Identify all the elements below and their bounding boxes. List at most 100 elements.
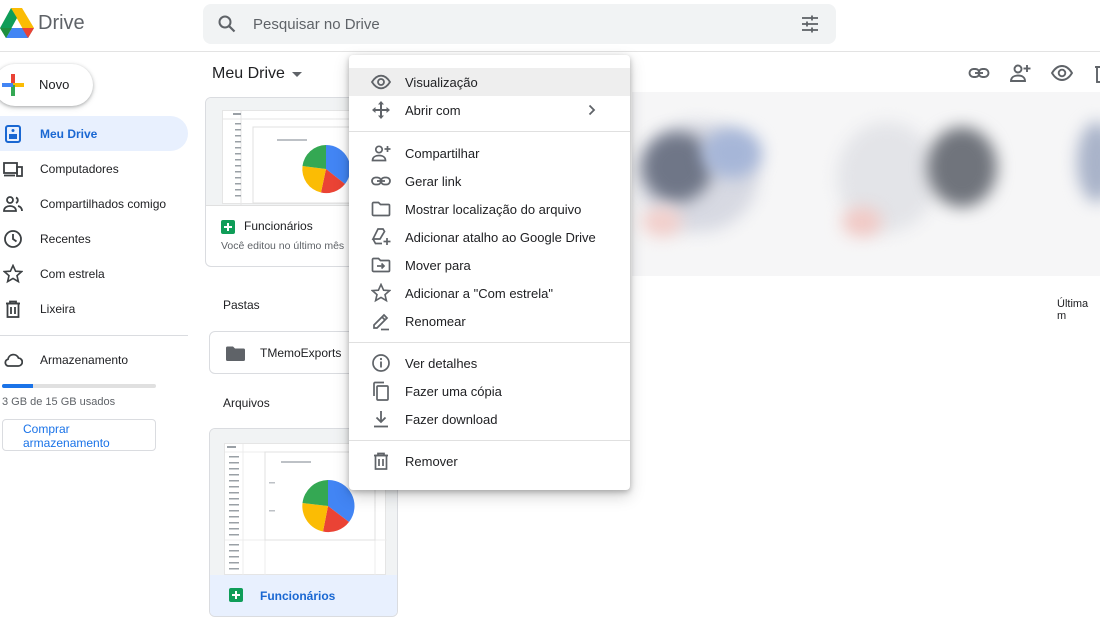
menu-item-label: Mover para xyxy=(405,258,471,273)
app-name: Drive xyxy=(38,12,85,34)
file-name: Funcionários xyxy=(260,589,336,603)
menu-item-preview[interactable]: Visualização xyxy=(349,68,630,96)
pencil-icon xyxy=(371,311,391,331)
menu-item-remove[interactable]: Remover xyxy=(349,447,630,475)
menu-item-label: Adicionar a "Com estrela" xyxy=(405,286,553,301)
sidebar-item-shared-with-me[interactable]: Compartilhados comigo xyxy=(0,186,188,221)
menu-item-download[interactable]: Fazer download xyxy=(349,405,630,433)
sidebar-item-computers[interactable]: Computadores xyxy=(0,151,188,186)
new-button-label: Novo xyxy=(39,77,70,92)
sidebar-item-storage[interactable]: Armazenamento xyxy=(0,346,190,374)
my-drive-icon xyxy=(3,124,23,144)
sidebar-item-trash[interactable]: Lixeira xyxy=(0,291,188,326)
buy-storage-button[interactable]: Comprar armazenamento xyxy=(2,419,156,451)
search-input[interactable]: Pesquisar no Drive xyxy=(253,16,380,33)
menu-item-label: Fazer uma cópia xyxy=(405,384,502,399)
copy-icon xyxy=(371,381,391,401)
new-button[interactable]: Novo xyxy=(0,64,93,106)
drive-add-icon xyxy=(371,227,391,247)
sheets-icon xyxy=(221,220,235,234)
computers-icon xyxy=(3,159,23,179)
move-arrows-icon xyxy=(371,100,391,120)
menu-item-rename[interactable]: Renomear xyxy=(349,307,630,335)
toolbar-actions xyxy=(960,62,1100,86)
menu-item-make-copy[interactable]: Fazer uma cópia xyxy=(349,377,630,405)
sidebar-item-label: Com estrela xyxy=(40,267,105,281)
google-drive-logo-icon[interactable] xyxy=(0,8,34,38)
menu-item-label: Compartilhar xyxy=(405,146,480,161)
sidebar-item-label: Lixeira xyxy=(40,302,76,316)
drive-window: Drive Pesquisar no Drive Novo Meu Drive … xyxy=(0,0,1100,620)
trash-icon xyxy=(371,451,391,471)
sidebar-divider xyxy=(0,335,188,336)
menu-divider xyxy=(349,342,630,343)
eye-icon xyxy=(371,72,391,92)
clock-icon xyxy=(3,229,23,249)
tune-icon[interactable] xyxy=(800,14,820,34)
menu-item-label: Adicionar atalho ao Google Drive xyxy=(405,230,596,245)
person-add-icon[interactable] xyxy=(1009,62,1031,84)
sheets-icon xyxy=(229,588,243,602)
caret-down-icon[interactable] xyxy=(292,72,302,78)
sidebar-item-label: Meu Drive xyxy=(40,127,98,141)
menu-item-label: Mostrar localização do arquivo xyxy=(405,202,582,217)
info-icon xyxy=(371,353,391,373)
menu-item-label: Renomear xyxy=(405,314,466,329)
sort-by-label[interactable]: Última m xyxy=(1057,298,1100,322)
people-icon xyxy=(3,194,23,214)
menu-item-label: Abrir com xyxy=(405,103,461,118)
context-menu: Visualização Abrir com Compartilhar Gera… xyxy=(349,55,630,490)
sidebar-item-starred[interactable]: Com estrela xyxy=(0,256,188,291)
star-icon xyxy=(3,264,23,284)
suggested-file-subtitle: Você editou no último mês xyxy=(221,240,345,252)
menu-item-label: Ver detalhes xyxy=(405,356,478,371)
folder-icon xyxy=(226,346,245,361)
suggested-files-blurred xyxy=(632,92,1100,276)
sidebar-item-label: Computadores xyxy=(40,162,119,176)
menu-item-open-with[interactable]: Abrir com xyxy=(349,96,630,124)
person-add-icon xyxy=(371,143,391,163)
menu-item-label: Gerar link xyxy=(405,174,462,189)
menu-item-label: Visualização xyxy=(405,75,478,90)
eye-icon[interactable] xyxy=(1051,62,1073,84)
files-section-label: Arquivos xyxy=(223,396,270,410)
sidebar-item-label: Recentes xyxy=(40,232,91,246)
sidebar-item-my-drive[interactable]: Meu Drive xyxy=(0,116,188,151)
menu-divider xyxy=(349,131,630,132)
menu-item-share[interactable]: Compartilhar xyxy=(349,139,630,167)
trash-icon[interactable] xyxy=(1092,62,1100,84)
search-icon[interactable] xyxy=(217,14,237,34)
star-outline-icon xyxy=(371,283,391,303)
folder-outline-icon xyxy=(371,199,391,219)
menu-item-label: Fazer download xyxy=(405,412,498,427)
download-icon xyxy=(371,409,391,429)
file-card-footer: Funcionários xyxy=(210,575,397,616)
chevron-right-icon xyxy=(588,104,596,116)
move-to-folder-icon xyxy=(371,255,391,275)
menu-item-view-details[interactable]: Ver detalhes xyxy=(349,349,630,377)
storage-usage-text: 3 GB de 15 GB usados xyxy=(2,396,116,408)
menu-item-move-to[interactable]: Mover para xyxy=(349,251,630,279)
menu-item-add-shortcut[interactable]: Adicionar atalho ao Google Drive xyxy=(349,223,630,251)
page-title[interactable]: Meu Drive xyxy=(212,65,285,83)
storage-usage-fill xyxy=(2,384,33,388)
buy-storage-label: Comprar armazenamento xyxy=(23,422,110,450)
suggested-file-name: Funcionários xyxy=(244,219,313,233)
spreadsheet-preview xyxy=(222,110,353,205)
search-bar[interactable]: Pesquisar no Drive xyxy=(203,4,836,44)
storage-label: Armazenamento xyxy=(40,353,129,367)
menu-item-label: Remover xyxy=(405,454,458,469)
menu-item-get-link[interactable]: Gerar link xyxy=(349,167,630,195)
file-thumbnail xyxy=(206,98,354,206)
folder-name: TMemoExports xyxy=(260,346,342,360)
cloud-icon xyxy=(3,350,23,370)
menu-divider xyxy=(349,440,630,441)
suggested-file-card[interactable]: Funcionários Você editou no último mês xyxy=(205,97,355,267)
menu-item-add-star[interactable]: Adicionar a "Com estrela" xyxy=(349,279,630,307)
top-bar: Drive Pesquisar no Drive xyxy=(0,0,1100,52)
sidebar-item-recent[interactable]: Recentes xyxy=(0,221,188,256)
menu-item-show-location[interactable]: Mostrar localização do arquivo xyxy=(349,195,630,223)
folder-item[interactable]: TMemoExports xyxy=(209,331,359,374)
sidebar-nav: Meu Drive Computadores Compartilhados co… xyxy=(0,116,190,326)
link-icon[interactable] xyxy=(968,62,990,84)
